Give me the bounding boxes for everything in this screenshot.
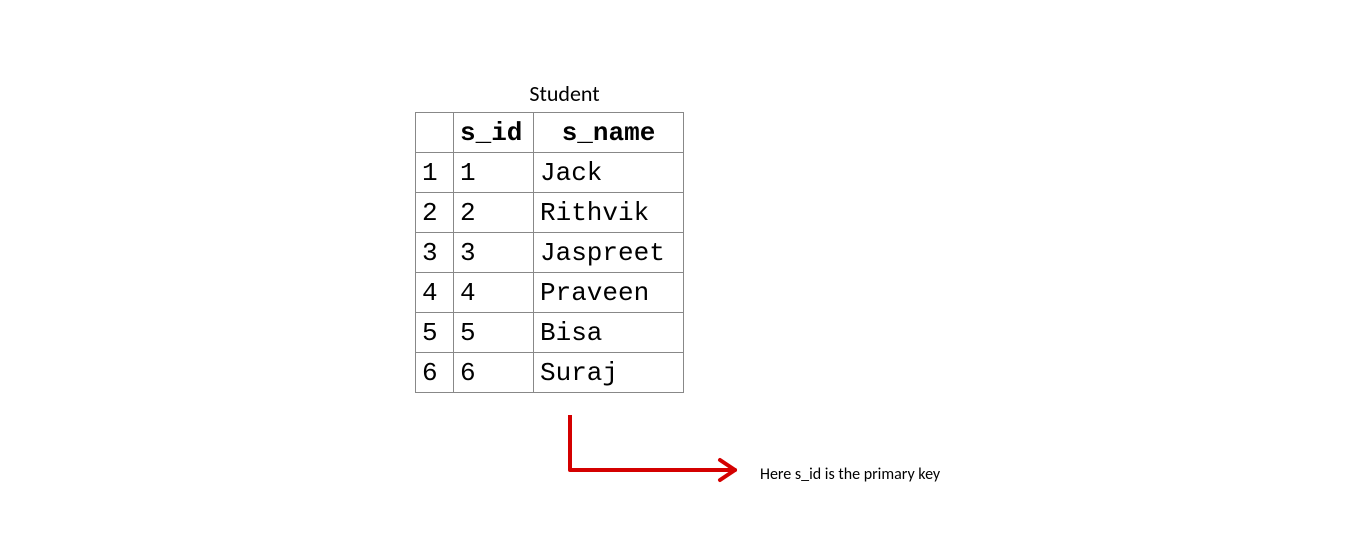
cell-sid: 4 [454,273,534,313]
cell-sid: 3 [454,233,534,273]
table-row: 66Suraj [416,353,684,393]
cell-sname: Suraj [534,353,684,393]
table-row: 33Jaspreet [416,233,684,273]
table-row: 44Praveen [416,273,684,313]
column-header-sname: s_name [534,113,684,153]
table-row: 22Rithvik [416,193,684,233]
row-number: 1 [416,153,454,193]
column-header-sid: s_id [454,113,534,153]
cell-sid: 2 [454,193,534,233]
header-row: s_id s_name [416,113,684,153]
row-number: 2 [416,193,454,233]
annotation-text: Here s_id is the primary key [760,465,940,484]
cell-sname: Jaspreet [534,233,684,273]
table-row: 11Jack [416,153,684,193]
student-table: s_id s_name 11Jack22Rithvik33Jaspreet44P… [415,112,684,393]
table-row: 55Bisa [416,313,684,353]
cell-sid: 6 [454,353,534,393]
arrow-annotation-icon [540,415,790,515]
cell-sname: Rithvik [534,193,684,233]
row-number: 3 [416,233,454,273]
row-number: 4 [416,273,454,313]
row-number: 6 [416,353,454,393]
cell-sid: 5 [454,313,534,353]
corner-header [416,113,454,153]
cell-sname: Bisa [534,313,684,353]
cell-sname: Praveen [534,273,684,313]
row-number: 5 [416,313,454,353]
cell-sname: Jack [534,153,684,193]
table-title: Student [445,80,684,107]
table-container: Student s_id s_name 11Jack22Rithvik33Jas… [415,80,684,393]
cell-sid: 1 [454,153,534,193]
